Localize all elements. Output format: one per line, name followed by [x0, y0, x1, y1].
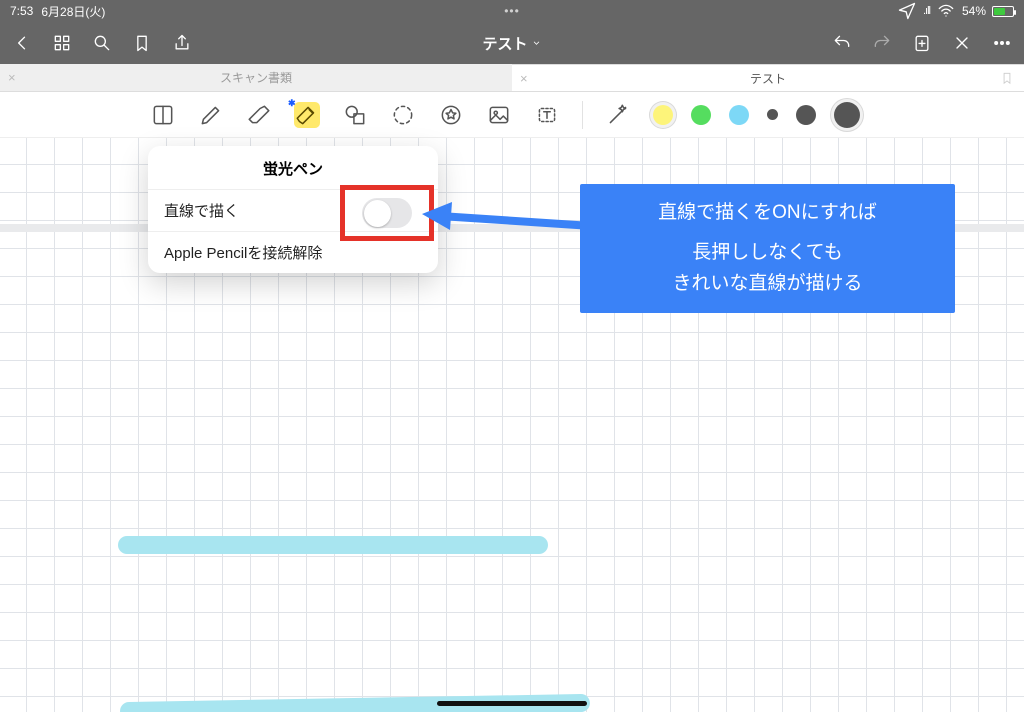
- battery-pct: 54%: [962, 4, 986, 18]
- redo-button[interactable]: [872, 33, 892, 53]
- location-icon: [897, 1, 917, 21]
- bookmark-corner-icon[interactable]: [1000, 71, 1014, 88]
- text-tool[interactable]: [534, 102, 560, 128]
- color-swatch-yellow[interactable]: [653, 105, 673, 125]
- annotation-highlight-box: [340, 185, 434, 241]
- tab-close-icon[interactable]: ×: [8, 70, 16, 85]
- disconnect-pencil-label: Apple Pencilを接続解除: [164, 242, 322, 263]
- more-button[interactable]: [992, 33, 1012, 53]
- annotation-callout: 直線で描くをONにすれば 長押ししなくても きれいな直線が描ける: [580, 184, 955, 313]
- draw-line-toggle[interactable]: [362, 198, 412, 228]
- stamp-tool[interactable]: [438, 102, 464, 128]
- draw-line-label: 直線で描く: [164, 200, 239, 221]
- callout-line: 長押ししなくても: [596, 238, 939, 268]
- ios-status-bar: 7:53 6月28日(火) ••• .ıll 54%: [0, 0, 1024, 22]
- wifi-icon: [936, 1, 956, 21]
- drawing-toolbar: ✱: [0, 92, 1024, 138]
- highlight-stroke: [118, 536, 548, 554]
- app-toolbar: テスト: [0, 22, 1024, 64]
- bluetooth-badge-icon: ✱: [288, 98, 296, 109]
- highlighter-tool[interactable]: ✱: [294, 102, 320, 128]
- battery-icon: [992, 6, 1014, 17]
- shapes-tool[interactable]: [342, 102, 368, 128]
- color-swatch-lightblue[interactable]: [729, 105, 749, 125]
- status-time: 7:53: [10, 4, 33, 18]
- tab-label: スキャン書類: [220, 69, 292, 86]
- magic-wand-tool[interactable]: [605, 102, 631, 128]
- add-page-button[interactable]: [912, 33, 932, 53]
- pen-tool[interactable]: [198, 102, 224, 128]
- document-tabs: × スキャン書類 × テスト: [0, 64, 1024, 92]
- view-mode-button[interactable]: [150, 102, 176, 128]
- eraser-tool[interactable]: [246, 102, 272, 128]
- tab-close-icon[interactable]: ×: [520, 71, 528, 86]
- back-button[interactable]: [12, 33, 32, 53]
- toolbar-divider: [582, 101, 583, 129]
- color-swatches: [653, 102, 860, 128]
- share-button[interactable]: [172, 33, 192, 53]
- callout-line: きれいな直線が描ける: [596, 269, 939, 299]
- multitask-dots[interactable]: •••: [504, 4, 520, 18]
- document-title[interactable]: テスト: [482, 33, 541, 54]
- callout-line: 直線で描くをONにすれば: [596, 198, 939, 228]
- tab-label: テスト: [750, 70, 786, 87]
- search-button[interactable]: [92, 33, 112, 53]
- close-button[interactable]: [952, 33, 972, 53]
- color-swatch-green[interactable]: [691, 105, 711, 125]
- status-date: 6月28日(火): [41, 3, 105, 20]
- bookmark-button[interactable]: [132, 33, 152, 53]
- stroke-size-small[interactable]: [767, 109, 778, 120]
- stroke-size-medium[interactable]: [796, 105, 816, 125]
- popover-title: 蛍光ペン: [148, 146, 438, 189]
- grid-button[interactable]: [52, 33, 72, 53]
- tab-test[interactable]: × テスト: [512, 64, 1024, 91]
- toggle-knob: [364, 200, 391, 227]
- signal-icon: .ıll: [923, 5, 930, 17]
- lasso-tool[interactable]: [390, 102, 416, 128]
- tab-scan-docs[interactable]: × スキャン書類: [0, 64, 512, 91]
- document-title-text: テスト: [482, 33, 527, 54]
- home-indicator[interactable]: [437, 701, 587, 706]
- undo-button[interactable]: [832, 33, 852, 53]
- image-tool[interactable]: [486, 102, 512, 128]
- stroke-size-large[interactable]: [834, 102, 860, 128]
- chevron-down-icon: [532, 38, 542, 48]
